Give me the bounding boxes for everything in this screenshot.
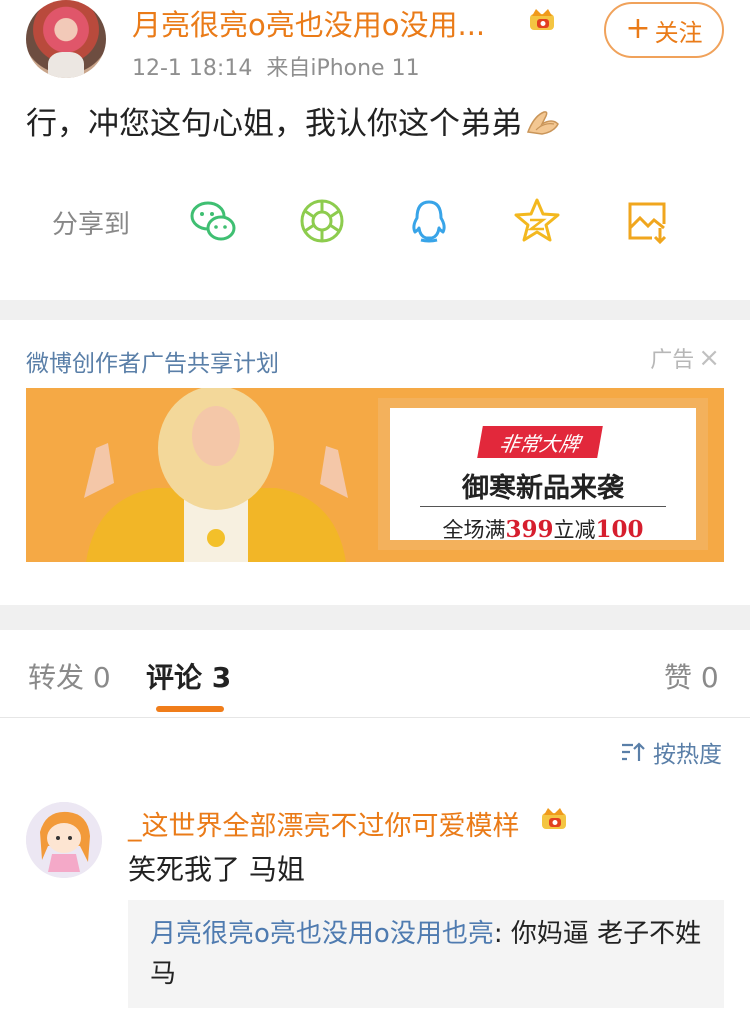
tab-comments-label: 评论 [146, 661, 203, 694]
follow-button[interactable]: + 关注 [604, 2, 724, 58]
share-bar: 分享到 [0, 190, 750, 254]
ad-promo-prefix: 全场满 [442, 518, 506, 542]
qzone-icon[interactable] [512, 196, 562, 246]
ad-promo-text: 全场满399立减100 [390, 514, 696, 544]
ad-headline: 御寒新品来袭 [462, 473, 624, 504]
ad-tag[interactable]: 广告 × [650, 342, 720, 374]
tab-comments[interactable]: 评论 3 [146, 656, 231, 696]
save-image-icon[interactable] [622, 196, 672, 246]
ad-divider [420, 506, 666, 507]
reply-author[interactable]: 月亮很亮o亮也没用o没用也亮 [150, 919, 494, 949]
tab-comments-count: 3 [211, 661, 232, 694]
commenter-name[interactable]: _这世界全部漂亮不过你可爱模样 [128, 804, 520, 843]
vip-crown-icon [542, 808, 566, 829]
sort-icon [622, 742, 645, 761]
moments-icon[interactable] [297, 196, 347, 246]
reply-box[interactable]: 月亮很亮o亮也没用o没用也亮: 你妈逼 老子不姓马 [128, 900, 724, 1008]
plus-icon: + [625, 10, 651, 46]
post-source: 来自iPhone 11 [266, 56, 420, 81]
share-label: 分享到 [52, 210, 131, 240]
ad-card[interactable]: 微博创作者广告共享计划 广告 × 非常大牌 御寒新品来袭 全场满399立减100 [0, 320, 750, 605]
post-timestamp: 12-1 18:14 [132, 56, 253, 81]
interaction-tabs: 转发 0 评论 3 赞 0 [0, 630, 750, 718]
ad-banner-image[interactable]: 非常大牌 御寒新品来袭 全场满399立减100 [26, 388, 724, 562]
tab-likes[interactable]: 赞 0 [664, 656, 719, 696]
close-icon[interactable]: × [698, 345, 720, 371]
model-photo [84, 388, 348, 562]
ad-title: 微博创作者广告共享计划 [26, 351, 279, 377]
tab-repost[interactable]: 转发 0 [28, 656, 111, 696]
commenter-avatar[interactable] [26, 802, 102, 878]
qq-icon[interactable] [404, 196, 454, 246]
ad-promo-threshold: 399 [505, 516, 554, 543]
tab-likes-count: 0 [700, 661, 719, 694]
comment-item: _这世界全部漂亮不过你可爱模样 笑死我了 马姐 月亮很亮o亮也没用o没用也亮: … [0, 790, 750, 1031]
author-avatar[interactable] [26, 0, 106, 78]
weibo-post: 月亮很亮o亮也没用o没用... 12-1 18:14 来自iPhone 11 +… [0, 0, 750, 300]
ad-promo-middle: 立减 [553, 518, 596, 542]
tab-repost-count: 0 [92, 661, 111, 694]
active-tab-indicator [156, 706, 224, 712]
ad-promo-inner: 非常大牌 御寒新品来袭 全场满399立减100 [390, 408, 696, 543]
follow-label: 关注 [654, 18, 703, 47]
post-text: 行，冲您这句心姐，我认你这个弟弟 [26, 106, 522, 142]
author-name[interactable]: 月亮很亮o亮也没用o没用... [132, 2, 485, 44]
ad-badge: 非常大牌 [477, 426, 603, 458]
ad-promo-discount: 100 [595, 516, 644, 543]
post-meta: 12-1 18:14 来自iPhone 11 [132, 50, 420, 82]
sort-by-hot-button[interactable]: 按热度 [621, 735, 722, 769]
section-divider [0, 605, 750, 630]
praying-hands-emoji-icon [526, 111, 559, 135]
vip-crown-icon [530, 9, 554, 30]
sort-row: 按热度 [0, 719, 750, 789]
ad-tag-label: 广告 [650, 348, 695, 373]
sort-label: 按热度 [653, 742, 722, 768]
post-body: 行，冲您这句心姐，我认你这个弟弟 [26, 98, 562, 143]
tab-likes-label: 赞 [664, 661, 693, 694]
ad-promo-card: 非常大牌 御寒新品来袭 全场满399立减100 [378, 398, 708, 550]
comment-text: 笑死我了 马姐 [128, 853, 305, 886]
wechat-icon[interactable] [188, 196, 238, 246]
tab-repost-label: 转发 [28, 661, 85, 694]
section-divider [0, 300, 750, 320]
